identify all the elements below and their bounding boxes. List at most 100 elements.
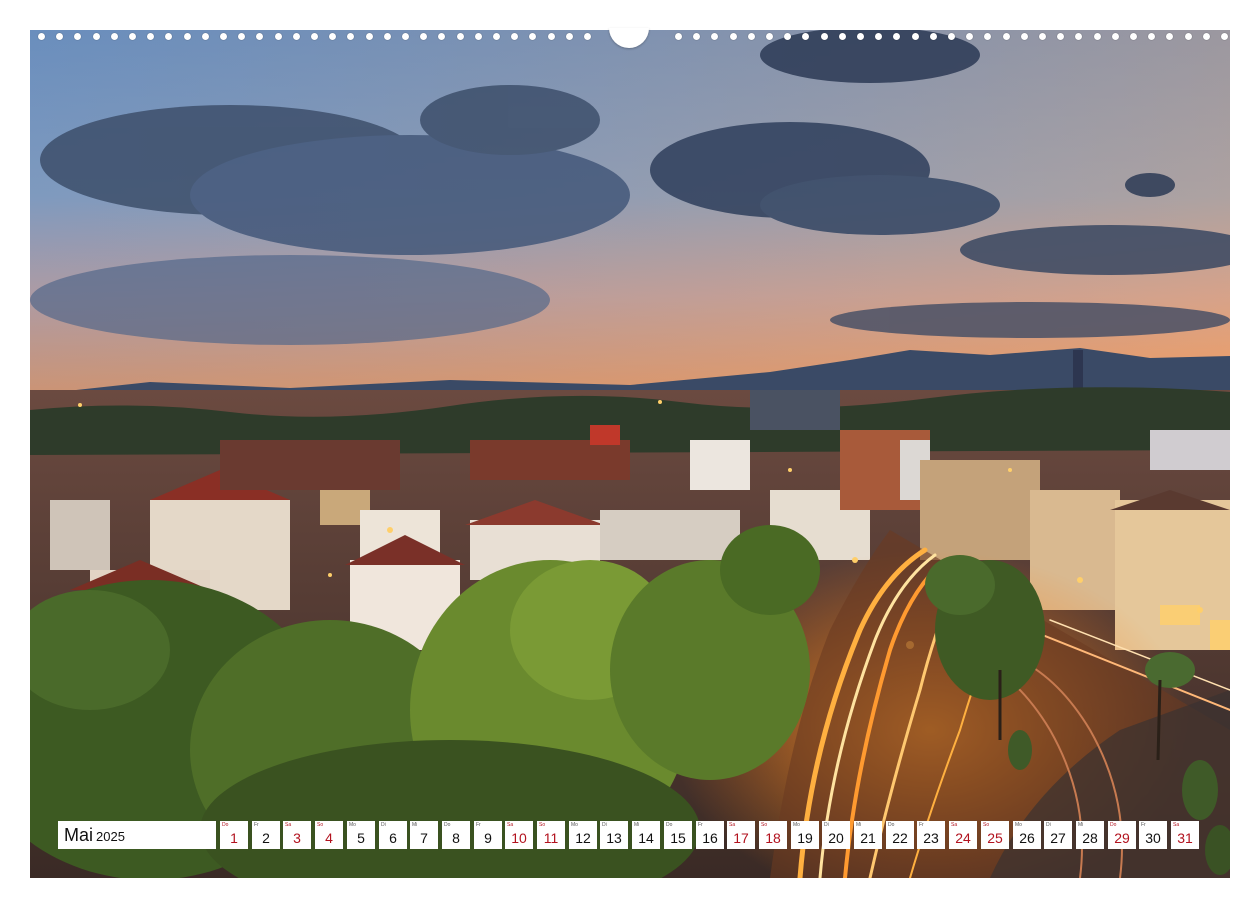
day-number: 6 — [379, 830, 407, 846]
weekday-label: Mi — [634, 822, 639, 828]
calendar-day: So11 — [537, 821, 565, 849]
calendar-day: Fr9 — [474, 821, 502, 849]
weekday-label: So — [761, 822, 767, 828]
binding-hole-icon — [311, 33, 318, 40]
binding-hole-icon — [857, 33, 864, 40]
calendar-day: So25 — [981, 821, 1009, 849]
binding-hole-icon — [930, 33, 937, 40]
calendar-day: Fr23 — [917, 821, 945, 849]
binding-hole-icon — [438, 33, 445, 40]
binding-hole-icon — [93, 33, 100, 40]
weekday-label: Mi — [412, 822, 417, 828]
binding-hole-icon — [1221, 33, 1228, 40]
day-number: 10 — [505, 830, 533, 846]
calendar-day: Mo26 — [1013, 821, 1041, 849]
day-number: 17 — [727, 830, 755, 846]
calendar-day: So4 — [315, 821, 343, 849]
binding-hole-icon — [511, 33, 518, 40]
day-number: 18 — [759, 830, 787, 846]
day-number: 26 — [1013, 830, 1041, 846]
binding-hole-icon — [1203, 33, 1210, 40]
binding-hole-icon — [1039, 33, 1046, 40]
weekday-label: Mo — [349, 822, 356, 828]
binding-hole-icon — [420, 33, 427, 40]
binding-hole-icon — [74, 33, 81, 40]
day-number: 27 — [1044, 830, 1072, 846]
day-number: 30 — [1139, 830, 1167, 846]
binding-hole-icon — [366, 33, 373, 40]
day-number: 8 — [442, 830, 470, 846]
weekday-label: Mo — [571, 822, 578, 828]
day-number: 2 — [252, 830, 280, 846]
binding-hole-icon — [38, 33, 45, 40]
binding-hole-icon — [111, 33, 118, 40]
weekday-label: Sa — [285, 822, 291, 828]
binding-hole-icon — [893, 33, 900, 40]
day-number: 20 — [822, 830, 850, 846]
weekday-label: Fr — [254, 822, 259, 828]
calendar-day: Fr30 — [1139, 821, 1167, 849]
binding-hole-icon — [802, 33, 809, 40]
binding-hole-icon — [457, 33, 464, 40]
binding-hole-icon — [1148, 33, 1155, 40]
weekday-label: Do — [222, 822, 228, 828]
day-number: 28 — [1076, 830, 1104, 846]
binding-hole-icon — [693, 33, 700, 40]
day-number: 25 — [981, 830, 1009, 846]
binding-hole-icon — [1094, 33, 1101, 40]
calendar-day: Sa 3 — [283, 821, 311, 849]
binding-hole-icon — [275, 33, 282, 40]
calendar-day: Sa31 — [1171, 821, 1199, 849]
binding-hole-icon — [165, 33, 172, 40]
binding-hole-icon — [1003, 33, 1010, 40]
binding-hole-icon — [129, 33, 136, 40]
day-number: 24 — [949, 830, 977, 846]
day-number: 9 — [474, 830, 502, 846]
calendar-day: Do 8 — [442, 821, 470, 849]
binding-hole-icon — [1130, 33, 1137, 40]
day-number: 3 — [283, 830, 311, 846]
weekday-label: Do — [444, 822, 450, 828]
binding-hole-icon — [766, 33, 773, 40]
calendar-day: Mo19 — [791, 821, 819, 849]
binding-hole-icon — [748, 33, 755, 40]
day-number: 15 — [664, 830, 692, 846]
weekday-label: Di — [602, 822, 607, 828]
calendar-strip: Mai2025 Do1Fr2Sa3So4Mo5Di6Mi7Do8Fr9Sa10S… — [58, 821, 1204, 850]
day-number: 4 — [315, 830, 343, 846]
weekday-label: Di — [824, 822, 829, 828]
binding-hole-icon — [966, 33, 973, 40]
day-number: 16 — [696, 830, 724, 846]
binding-hole-icon — [238, 33, 245, 40]
weekday-label: Mo — [793, 822, 800, 828]
calendar-day: Di13 — [600, 821, 628, 849]
binding-hole-icon — [202, 33, 209, 40]
month-year: 2025 — [96, 829, 125, 844]
day-number: 22 — [886, 830, 914, 846]
binding-hole-icon — [784, 33, 791, 40]
binding-hole-icon — [475, 33, 482, 40]
city-evening-photo — [30, 30, 1230, 878]
weekday-label: Fr — [919, 822, 924, 828]
binding-hole-icon — [1166, 33, 1173, 40]
binding-hole-icon — [584, 33, 591, 40]
calendar-day: Mi14 — [632, 821, 660, 849]
calendar-day: Do15 — [664, 821, 692, 849]
binding-hole-icon — [56, 33, 63, 40]
weekday-label: Sa — [507, 822, 513, 828]
calendar-day: Di 20 — [822, 821, 850, 849]
binding-hole-icon — [1057, 33, 1064, 40]
month-name: Mai — [64, 825, 93, 845]
calendar-day: Sa 10 — [505, 821, 533, 849]
binding-hole-icon — [839, 33, 846, 40]
calendar-day: Mo5 — [347, 821, 375, 849]
binding-hole-icon — [821, 33, 828, 40]
month-label: Mai2025 — [58, 821, 216, 849]
binding-hole-icon — [293, 33, 300, 40]
binding-hole-icon — [548, 33, 555, 40]
weekday-label: Sa — [729, 822, 735, 828]
calendar-day: Sa24 — [949, 821, 977, 849]
binding-hole-icon — [1185, 33, 1192, 40]
calendar-day: Mi21 — [854, 821, 882, 849]
calendar-day: Do29 — [1108, 821, 1136, 849]
